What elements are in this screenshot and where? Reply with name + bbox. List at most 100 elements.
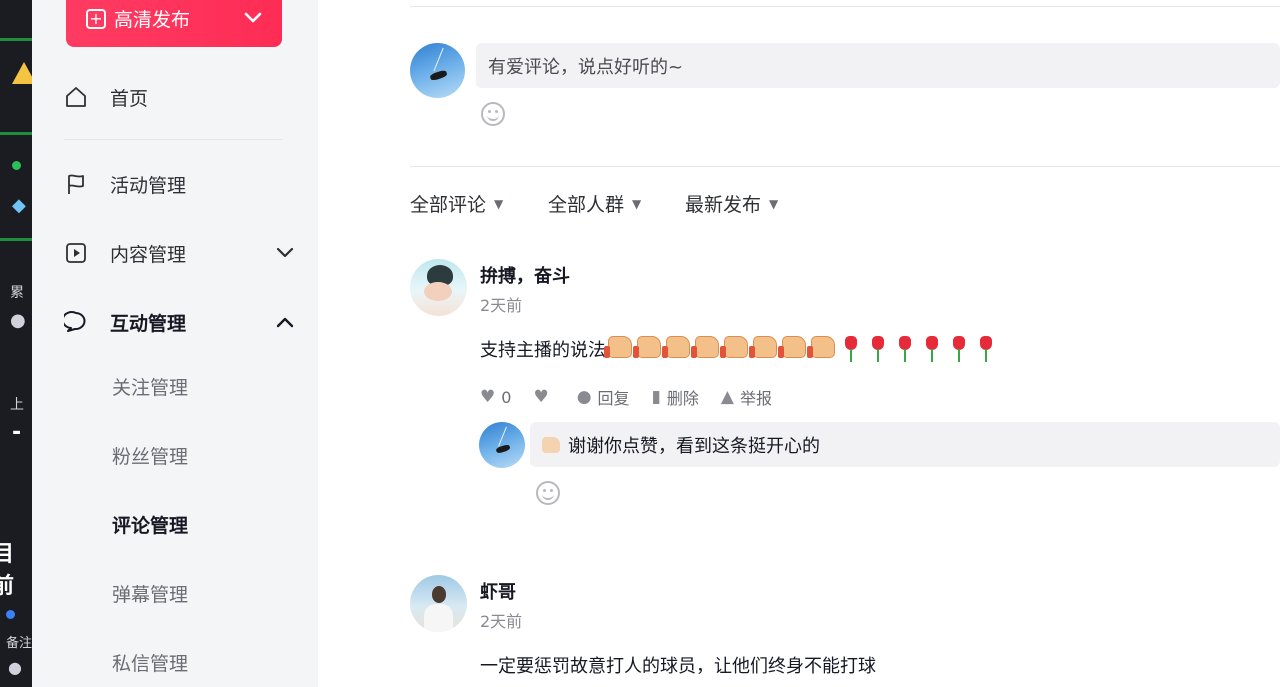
author-like-button[interactable]: ♥ bbox=[533, 387, 554, 407]
delete-label: 删除 bbox=[666, 389, 699, 408]
avatar bbox=[410, 43, 465, 98]
divider bbox=[410, 6, 1280, 7]
like-button[interactable]: ♥ 0 bbox=[480, 387, 511, 407]
chevron-down-icon[interactable] bbox=[244, 8, 262, 29]
filter-label: 全部人群 bbox=[548, 194, 625, 216]
sidebar-item-label: 内容管理 bbox=[110, 243, 187, 266]
comment-time: 2天前 bbox=[480, 296, 523, 315]
comment-time: 2天前 bbox=[480, 612, 523, 631]
comment-actions: ♥ 0 ♥ ● 回复 ▮ 删除 ▲ 举报 bbox=[480, 385, 794, 409]
thumbs-up-emoji bbox=[542, 436, 560, 453]
comment-panel: 有爱评论，说点好听的~ 全部评论 ▼ 全部人群 ▼ 最新发布 ▼ 拚搏，奋斗 2… bbox=[352, 0, 1280, 687]
sidebar-item-home[interactable]: 首页 bbox=[64, 77, 294, 117]
chat-bubble-icon: ● bbox=[8, 658, 22, 677]
filter-label: 最新发布 bbox=[685, 194, 762, 216]
status-dot bbox=[6, 610, 15, 619]
publish-button[interactable]: + 高清发布 bbox=[66, 0, 282, 47]
speech-bubble-icon: ● bbox=[576, 387, 592, 407]
avatar bbox=[479, 422, 525, 468]
chevron-up-icon[interactable] bbox=[276, 311, 294, 333]
chevron-down-icon: ▼ bbox=[494, 196, 504, 211]
like-count: 0 bbox=[501, 387, 512, 407]
sidebar-subitem-fans[interactable]: 粉丝管理 bbox=[112, 442, 188, 469]
background-app-strip: ◆ 累 ● 上 - 目前 备注 ● bbox=[0, 0, 32, 687]
filter-all-audience[interactable]: 全部人群 ▼ bbox=[548, 190, 641, 217]
chat-icon bbox=[64, 310, 88, 334]
tulip-emoji bbox=[840, 336, 862, 362]
sidebar-subitem-comments[interactable]: 评论管理 bbox=[112, 511, 188, 538]
filter-latest[interactable]: 最新发布 ▼ bbox=[685, 190, 778, 217]
broken-heart-icon: ♥ bbox=[533, 387, 549, 407]
warning-icon bbox=[12, 62, 32, 84]
comment-text-body: 支持主播的说法 bbox=[480, 340, 606, 361]
comment-input-placeholder: 有爱评论，说点好听的~ bbox=[488, 56, 684, 78]
thumbs-up-emoji bbox=[633, 336, 661, 358]
sidebar-subitem-follow[interactable]: 关注管理 bbox=[112, 373, 188, 400]
strip-accent-line bbox=[0, 238, 32, 241]
thumbs-up-emoji bbox=[778, 336, 806, 358]
thumbs-up-emoji bbox=[691, 336, 719, 358]
trash-icon: ▮ bbox=[651, 387, 661, 407]
tulip-emoji bbox=[948, 336, 970, 362]
emoji-icon[interactable] bbox=[481, 102, 505, 126]
sidebar-divider bbox=[64, 139, 282, 140]
comment-input[interactable]: 有爱评论，说点好听的~ bbox=[476, 43, 1280, 88]
emoji-icon[interactable] bbox=[536, 481, 560, 505]
thumbs-up-emoji bbox=[720, 336, 748, 358]
sidebar-item-label: 活动管理 bbox=[110, 174, 187, 197]
play-icon bbox=[64, 241, 88, 265]
status-dot bbox=[12, 161, 21, 170]
report-button[interactable]: ▲ 举报 bbox=[721, 385, 772, 409]
chevron-down-icon: ▼ bbox=[769, 196, 779, 211]
report-label: 举报 bbox=[740, 389, 773, 408]
filter-label: 全部评论 bbox=[410, 194, 487, 216]
comment-text: 一定要惩罚故意打人的球员，让他们终身不能打球 bbox=[480, 656, 876, 677]
tulip-emoji bbox=[975, 336, 997, 362]
sidebar-item-content[interactable]: 内容管理 bbox=[64, 233, 294, 273]
strip-label: 上 bbox=[10, 397, 24, 413]
chevron-down-icon[interactable] bbox=[276, 242, 294, 264]
filter-all-comments[interactable]: 全部评论 ▼ bbox=[410, 190, 503, 217]
reply-button[interactable]: ● 回复 bbox=[577, 385, 630, 409]
delete-button[interactable]: ▮ 删除 bbox=[652, 385, 699, 409]
strip-label: 备注 bbox=[6, 636, 32, 651]
comment-author[interactable]: 拚搏，奋斗 bbox=[480, 262, 570, 288]
flag-icon bbox=[64, 172, 88, 196]
sidebar-subitem-messages[interactable]: 私信管理 bbox=[112, 649, 188, 676]
publish-label: 高清发布 bbox=[114, 9, 191, 31]
sidebar-item-activities[interactable]: 活动管理 bbox=[64, 164, 294, 204]
sidebar-subitem-danmaku[interactable]: 弹幕管理 bbox=[112, 580, 188, 607]
strip-accent-line bbox=[0, 38, 32, 41]
reply-input[interactable]: 谢谢你点赞，看到这条挺开心的 bbox=[530, 422, 1280, 467]
chevron-down-icon: ▼ bbox=[632, 196, 642, 211]
strip-heading: 目前 bbox=[0, 542, 15, 599]
thumbs-up-emoji bbox=[807, 336, 835, 358]
thumbs-up-emoji bbox=[749, 336, 777, 358]
sidebar: + 高清发布 首页 活动管理 内容管理 互动管理 关注管理 粉丝管理 评论管理 … bbox=[32, 0, 318, 687]
sidebar-item-label: 互动管理 bbox=[110, 312, 187, 335]
plus-icon: + bbox=[86, 8, 106, 29]
tulip-emoji bbox=[867, 336, 889, 362]
avatar[interactable] bbox=[410, 259, 467, 316]
divider bbox=[410, 166, 1280, 167]
sidebar-item-interaction[interactable]: 互动管理 bbox=[64, 302, 294, 342]
tulip-emoji bbox=[921, 336, 943, 362]
avatar[interactable] bbox=[410, 575, 467, 632]
thumbs-up-emoji bbox=[604, 336, 632, 358]
strip-label: 累 bbox=[10, 285, 24, 301]
comment-text: 支持主播的说法 bbox=[480, 336, 997, 362]
strip-accent-line bbox=[0, 132, 32, 135]
thumbs-up-emoji bbox=[662, 336, 690, 358]
tulip-emoji bbox=[894, 336, 916, 362]
gem-icon: ◆ bbox=[12, 195, 26, 216]
emoji-group bbox=[604, 336, 997, 362]
chat-bubble-icon: ● bbox=[10, 310, 26, 331]
heart-icon: ♥ bbox=[480, 387, 496, 407]
comment-author[interactable]: 虾哥 bbox=[480, 578, 516, 604]
reply-text: 谢谢你点赞，看到这条挺开心的 bbox=[568, 435, 820, 457]
warning-icon: ▲ bbox=[720, 387, 734, 407]
sidebar-item-label: 首页 bbox=[110, 87, 149, 110]
strip-value: - bbox=[12, 420, 22, 445]
reply-label: 回复 bbox=[597, 389, 630, 408]
home-icon bbox=[64, 85, 88, 109]
